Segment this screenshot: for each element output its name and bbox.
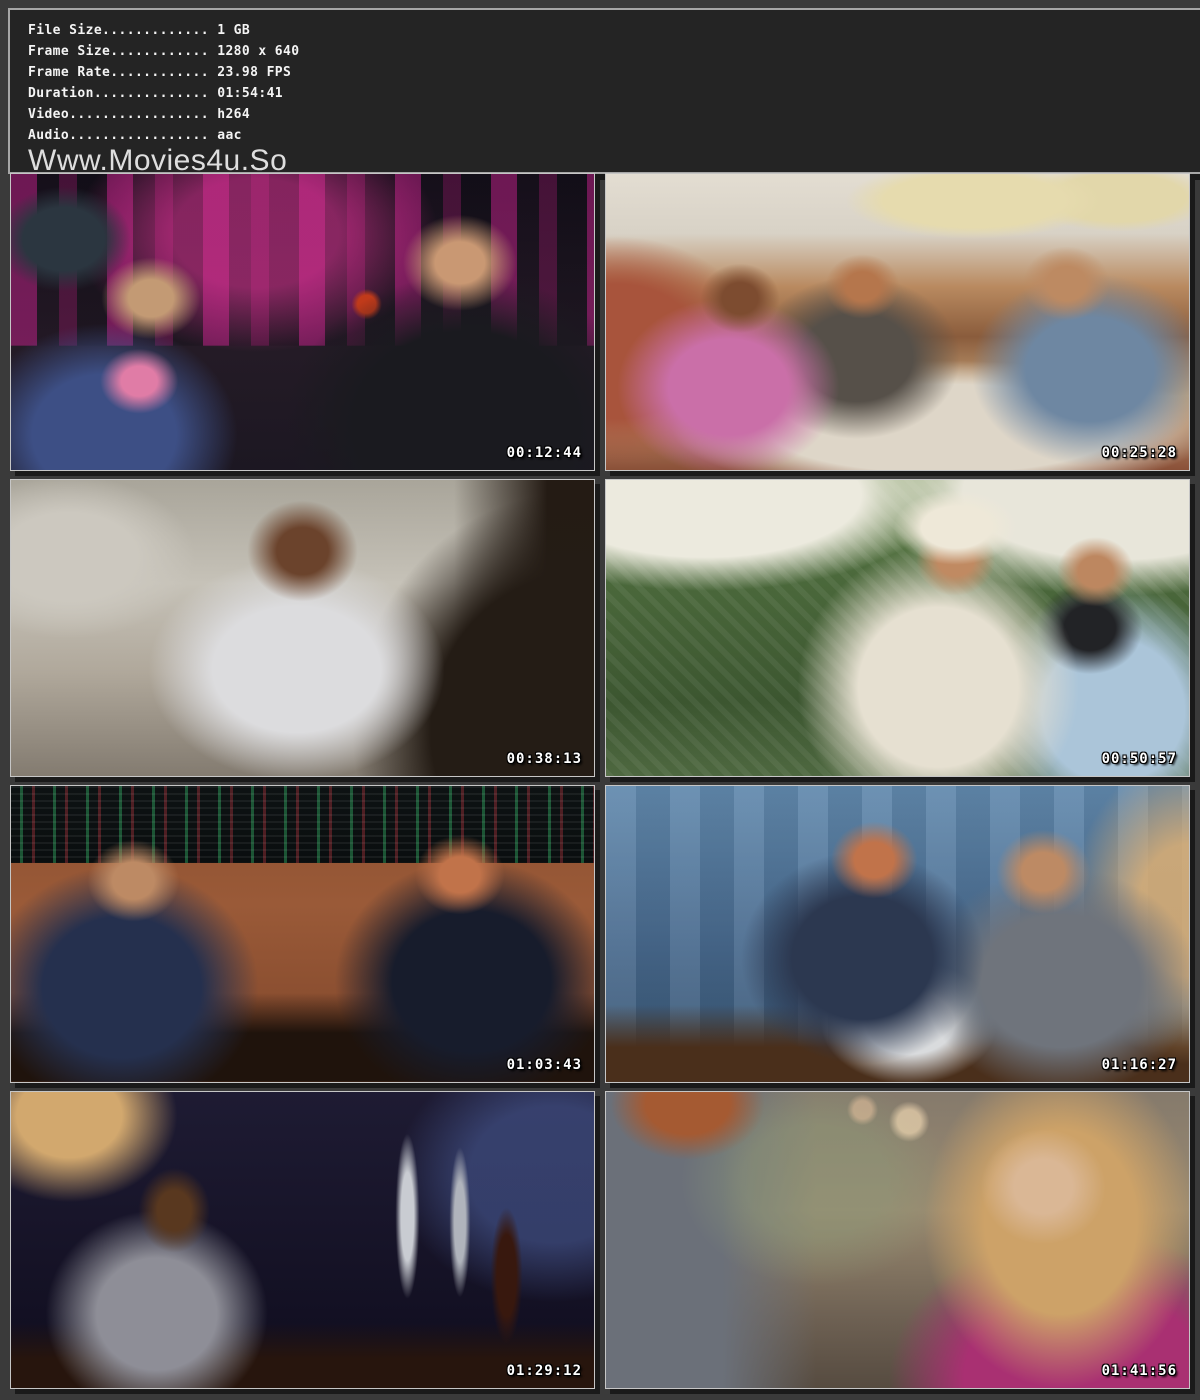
timestamp-overlay: 01:41:56 [1102,1363,1177,1379]
timestamp-overlay: 01:16:27 [1102,1057,1177,1073]
frame-rate-line: Frame Rate............ 23.98 FPS [28,62,1200,83]
video-codec-line: Video................. h264 [28,104,1200,125]
site-watermark: Www.Movies4u.So [28,146,1200,176]
movie-still-nightclub [11,174,594,470]
frame-size-line: Frame Size............ 1280 x 640 [28,41,1200,62]
movie-still-blue-office [606,786,1189,1082]
screenshot-thumb-8: 01:41:56 [605,1091,1190,1389]
timestamp-overlay: 00:25:28 [1102,445,1177,461]
screenshot-thumb-5: 01:03:43 [10,785,595,1083]
screenshot-thumb-6: 01:16:27 [605,785,1190,1083]
media-info-sheet: File Size............. 1 GB Frame Size..… [0,0,1200,1400]
timestamp-overlay: 00:12:44 [507,445,582,461]
screenshot-thumb-4: 00:50:57 [605,479,1190,777]
movie-still-patio [606,480,1189,776]
movie-still-diner [606,174,1189,470]
screenshot-thumb-7: 01:29:12 [10,1091,595,1389]
timestamp-overlay: 00:38:13 [507,751,582,767]
duration-line: Duration.............. 01:54:41 [28,83,1200,104]
screenshot-thumb-1: 00:12:44 [10,173,595,471]
movie-still-trading-office [11,786,594,1082]
file-info-panel: File Size............. 1 GB Frame Size..… [8,8,1200,174]
timestamp-overlay: 01:29:12 [507,1363,582,1379]
screenshot-thumb-2: 00:25:28 [605,173,1190,471]
movie-still-party [606,1092,1189,1388]
timestamp-overlay: 01:03:43 [507,1057,582,1073]
timestamp-overlay: 00:50:57 [1102,751,1177,767]
audio-codec-line: Audio................. aac [28,125,1200,146]
movie-still-night-bar [11,1092,594,1388]
file-size-line: File Size............. 1 GB [28,20,1200,41]
screenshot-grid: 00:12:44 00:25:28 00:38:13 00:50:57 01:0… [10,173,1190,1389]
movie-still-pastel-shirt [11,480,594,776]
screenshot-thumb-3: 00:38:13 [10,479,595,777]
